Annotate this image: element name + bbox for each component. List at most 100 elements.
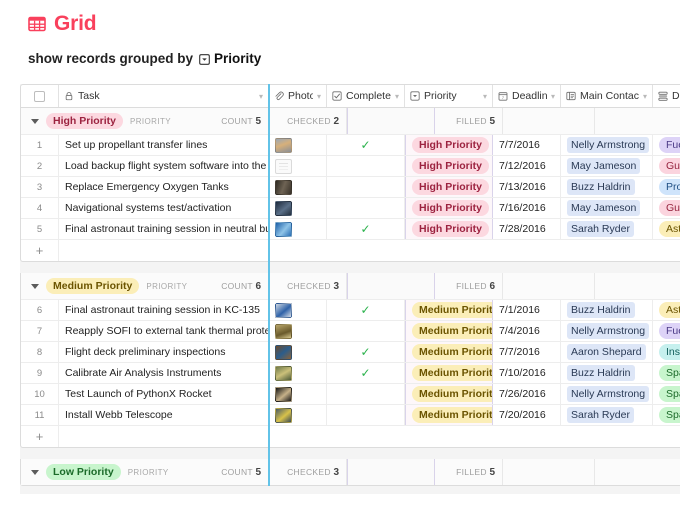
cell-main-contact[interactable]: Nelly Armstrong	[561, 135, 653, 155]
cell-department[interactable]: Space T	[653, 405, 680, 425]
cell-deadline[interactable]: 7/4/2016	[493, 321, 561, 341]
cell-photos[interactable]	[269, 363, 327, 383]
chevron-down-icon[interactable]: ▾	[483, 92, 487, 101]
cell-photos[interactable]	[269, 405, 327, 425]
cell-complete[interactable]: ✓	[327, 135, 405, 155]
table-row[interactable]: 5 Final astronaut training session in ne…	[21, 218, 680, 239]
group-deadline-summary[interactable]: FILLED 5	[435, 459, 503, 485]
cell-task[interactable]: Calibrate Air Analysis Instruments	[59, 363, 269, 383]
group-header-row[interactable]: Medium Priority PRIORITY COUNT 6 CHECKED…	[21, 273, 680, 299]
cell-main-contact[interactable]: Buzz Haldrin	[561, 300, 653, 320]
checkmark-icon[interactable]: ✓	[360, 223, 370, 235]
photo-rocket-launch[interactable]	[275, 386, 292, 402]
cell-complete[interactable]: ✓	[327, 219, 405, 239]
group-by-field[interactable]: Priority	[199, 51, 261, 66]
group-priority-summary[interactable]	[347, 459, 435, 485]
cell-task[interactable]: Final astronaut training session in neut…	[59, 219, 269, 239]
photo-flight-deck[interactable]	[275, 344, 292, 360]
group-priority-summary[interactable]	[347, 108, 435, 134]
chevron-down-icon[interactable]: ▾	[643, 92, 647, 101]
cell-task[interactable]: Reapply SOFI to external tank thermal pr…	[59, 321, 269, 341]
cell-priority[interactable]: High Priority	[405, 156, 493, 176]
table-row[interactable]: 8 Flight deck preliminary inspections ✓ …	[21, 341, 680, 362]
table-row[interactable]: 11 Install Webb Telescope Medium Priorit…	[21, 404, 680, 425]
cell-main-contact[interactable]: Sarah Ryder	[561, 405, 653, 425]
table-row[interactable]: 10 Test Launch of PythonX Rocket Medium …	[21, 383, 680, 404]
add-record-row[interactable]: +	[21, 425, 680, 447]
table-row[interactable]: 2 Load backup flight system software int…	[21, 155, 680, 176]
photo-instruments[interactable]	[275, 365, 292, 381]
cell-deadline[interactable]: 7/1/2016	[493, 300, 561, 320]
cell-complete[interactable]	[327, 198, 405, 218]
cell-main-contact[interactable]: Aaron Shepard	[561, 342, 653, 362]
cell-department[interactable]: Space T	[653, 384, 680, 404]
group-contact-summary[interactable]	[503, 108, 595, 134]
document-thumbnail[interactable]	[275, 158, 292, 174]
cell-task[interactable]: Load backup flight system software into …	[59, 156, 269, 176]
cell-priority[interactable]: High Priority	[405, 177, 493, 197]
cell-main-contact[interactable]: May Jameson	[561, 198, 653, 218]
cell-main-contact[interactable]: Nelly Armstrong	[561, 384, 653, 404]
add-record-button[interactable]: +	[21, 240, 59, 261]
cell-complete[interactable]: ✓	[327, 300, 405, 320]
cell-department[interactable]: Procure	[653, 177, 680, 197]
cell-main-contact[interactable]: Nelly Armstrong	[561, 321, 653, 341]
group-deadline-summary[interactable]: FILLED 5	[435, 108, 503, 134]
table-row[interactable]: 7 Reapply SOFI to external tank thermal …	[21, 320, 680, 341]
cell-deadline[interactable]: 7/16/2016	[493, 198, 561, 218]
group-header-row[interactable]: Low Priority PRIORITY COUNT 5 CHECKED 3 …	[21, 459, 680, 485]
select-all-checkbox[interactable]	[34, 90, 45, 102]
table-row[interactable]: 3 Replace Emergency Oxygen Tanks High Pr…	[21, 176, 680, 197]
cell-priority[interactable]: High Priority	[405, 135, 493, 155]
group-complete-summary[interactable]: CHECKED 2	[269, 108, 347, 134]
add-record-button[interactable]: +	[21, 426, 59, 447]
cell-task[interactable]: Test Launch of PythonX Rocket	[59, 384, 269, 404]
chevron-down-icon[interactable]: ▾	[395, 92, 399, 101]
table-row[interactable]: 6 Final astronaut training session in KC…	[21, 299, 680, 320]
group-header-left[interactable]: Medium Priority PRIORITY COUNT 6	[21, 273, 269, 299]
chevron-down-icon[interactable]: ▾	[317, 92, 321, 101]
cell-complete[interactable]: ✓	[327, 342, 405, 362]
column-header-contact[interactable]: Main Contact ▾	[561, 85, 653, 107]
cell-deadline[interactable]: 7/13/2016	[493, 177, 561, 197]
cell-complete[interactable]	[327, 177, 405, 197]
cell-photos[interactable]	[269, 300, 327, 320]
checkmark-icon[interactable]: ✓	[360, 367, 370, 379]
photo-zero-g[interactable]	[275, 302, 292, 318]
cell-photos[interactable]	[269, 384, 327, 404]
checkmark-icon[interactable]: ✓	[360, 346, 370, 358]
cell-priority[interactable]: High Priority	[405, 198, 493, 218]
cell-deadline[interactable]: 7/10/2016	[493, 363, 561, 383]
group-count-summary[interactable]: COUNT 5	[221, 116, 268, 127]
table-row[interactable]: 9 Calibrate Air Analysis Instruments ✓ M…	[21, 362, 680, 383]
cell-deadline[interactable]: 7/28/2016	[493, 219, 561, 239]
cell-deadline[interactable]: 7/7/2016	[493, 342, 561, 362]
group-count-summary[interactable]: COUNT 6	[221, 281, 268, 292]
add-record-blank[interactable]	[59, 426, 680, 447]
cell-priority[interactable]: Medium Priority	[405, 384, 493, 404]
grid-container[interactable]: Task ▾ Photo(s) ▾ Complete? ▾ Priority ▾ 7 Deadli…	[20, 84, 680, 494]
frozen-column-divider[interactable]	[268, 84, 270, 486]
table-row[interactable]: 4 Navigational systems test/activation H…	[21, 197, 680, 218]
column-header-dept[interactable]: Depar	[653, 85, 680, 107]
cell-photos[interactable]	[269, 156, 327, 176]
cell-complete[interactable]	[327, 321, 405, 341]
cell-priority[interactable]: Medium Priority	[405, 342, 493, 362]
cell-deadline[interactable]: 7/26/2016	[493, 384, 561, 404]
photo-astronaut-suit[interactable]	[275, 137, 292, 153]
cell-complete[interactable]: ✓	[327, 363, 405, 383]
cell-priority[interactable]: Medium Priority	[405, 405, 493, 425]
group-complete-summary[interactable]: CHECKED 3	[269, 273, 347, 299]
group-dept-summary[interactable]	[595, 273, 663, 299]
cell-complete[interactable]	[327, 156, 405, 176]
group-header-left[interactable]: High Priority PRIORITY COUNT 5	[21, 108, 269, 134]
photo-underwater[interactable]	[275, 221, 292, 237]
group-count-summary[interactable]: COUNT 5	[221, 467, 268, 478]
cell-department[interactable]: Fueling	[653, 135, 680, 155]
cell-task[interactable]: Final astronaut training session in KC-1…	[59, 300, 269, 320]
photo-oxygen-tanks[interactable]	[275, 179, 292, 195]
cell-priority[interactable]: Medium Priority	[405, 363, 493, 383]
column-header-priority[interactable]: Priority ▾	[405, 85, 493, 107]
cell-main-contact[interactable]: Buzz Haldrin	[561, 363, 653, 383]
checkmark-icon[interactable]: ✓	[360, 304, 370, 316]
